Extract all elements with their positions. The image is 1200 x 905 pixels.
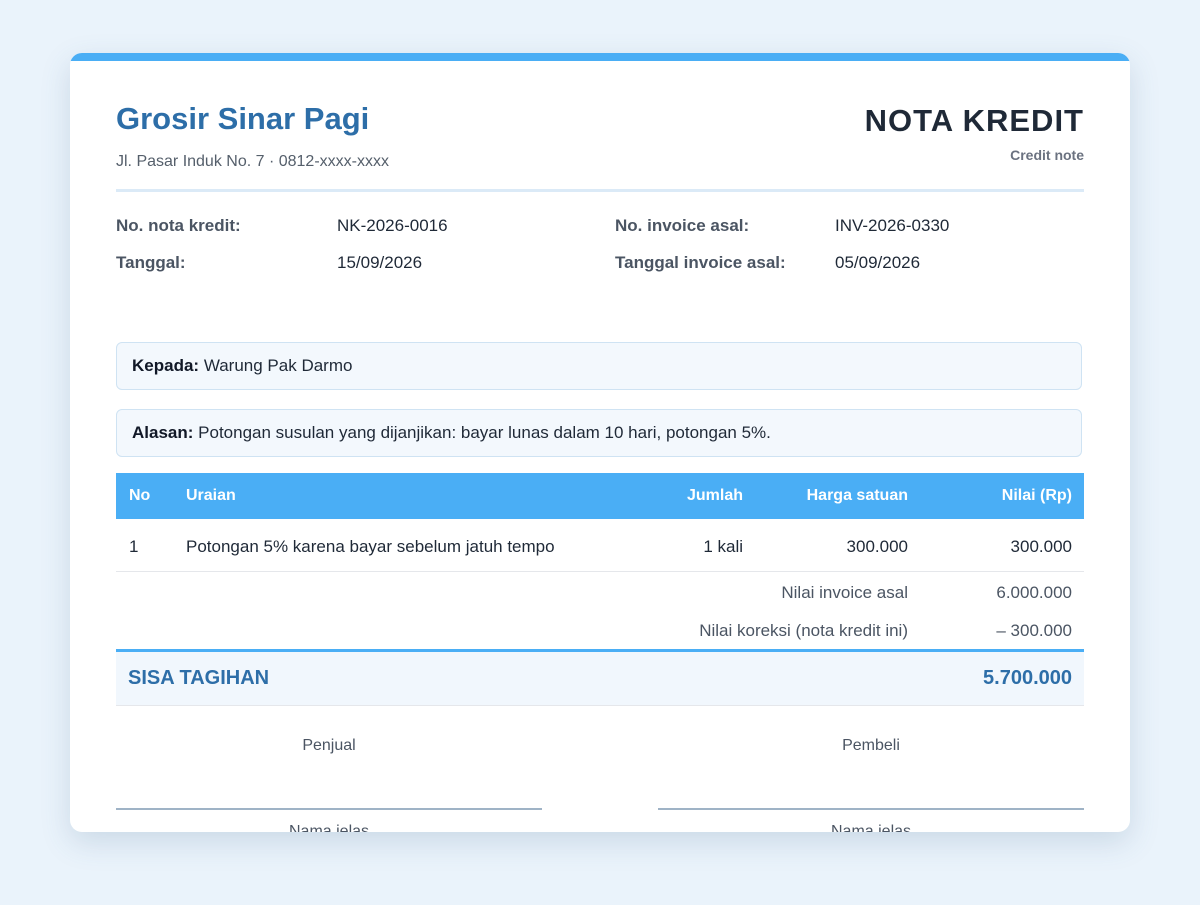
invoice-date-label: Tanggal invoice asal:	[615, 253, 786, 272]
header-qty: Jumlah	[686, 487, 743, 504]
date-label: Tanggal:	[116, 253, 186, 272]
accent-bar	[70, 53, 1130, 61]
header-description: Uraian	[186, 487, 236, 504]
original-invoice-value: 6.000.000	[996, 583, 1072, 602]
invoice-no-label: No. invoice asal:	[615, 216, 750, 235]
invoice-date-value: 05/09/2026	[835, 253, 921, 272]
correction-value: – 300.000	[996, 621, 1072, 640]
original-invoice-label: Nilai invoice asal	[781, 583, 908, 602]
row-qty: 1 kali	[703, 537, 743, 556]
header-divider	[116, 189, 1084, 192]
document-subtitle: Credit note	[1010, 147, 1084, 163]
total-value: 5.700.000	[983, 667, 1072, 689]
row-unit-price: 300.000	[846, 537, 908, 556]
seller-name-caption: Nama jelas	[288, 823, 370, 832]
row-divider	[116, 571, 1084, 572]
buyer-signature-line	[658, 808, 1084, 810]
header-no: No	[129, 487, 151, 504]
credit-no-value: NK-2026-0016	[337, 216, 448, 235]
reason-label: Alasan:	[132, 423, 194, 442]
seller-signature-line	[116, 808, 542, 810]
table-header: No Uraian Jumlah Harga satuan Nilai (Rp)	[116, 473, 1084, 519]
header-amount: Nilai (Rp)	[1001, 487, 1072, 504]
header-unit-price: Harga satuan	[806, 487, 908, 504]
invoice-no-value: INV-2026-0330	[835, 216, 950, 235]
seller-address: Jl. Pasar Induk No. 7 · 0812-xxxx-xxxx	[116, 153, 389, 170]
correction-label: Nilai koreksi (nota kredit ini)	[699, 621, 908, 640]
row-amount: 300.000	[1010, 537, 1072, 556]
recipient-label: Kepada:	[132, 356, 200, 375]
seller-name: Grosir Sinar Pagi	[116, 101, 370, 136]
recipient-box: Kepada: Warung Pak Darmo	[116, 342, 1082, 390]
buyer-name-caption: Nama jelas	[830, 823, 912, 832]
total-divider	[116, 705, 1084, 706]
reason-box: Alasan: Potongan susulan yang dijanjikan…	[116, 409, 1082, 457]
total-label: SISA TAGIHAN	[128, 667, 270, 689]
recipient-name: Warung Pak Darmo	[203, 356, 353, 375]
credit-no-label: No. nota kredit:	[116, 216, 241, 235]
buyer-signature-title: Pembeli	[842, 737, 900, 754]
row-description: Potongan 5% karena bayar sebelum jatuh t…	[186, 537, 555, 556]
seller-signature-title: Penjual	[302, 737, 356, 754]
row-no: 1	[129, 537, 139, 556]
credit-note-card: Grosir Sinar Pagi Jl. Pasar Induk No. 7 …	[70, 53, 1130, 832]
reason-text: Potongan susulan yang dijanjikan: bayar …	[198, 423, 771, 442]
total-band: SISA TAGIHAN 5.700.000	[116, 649, 1084, 705]
date-value: 15/09/2026	[337, 253, 423, 272]
document-title: NOTA KREDIT	[864, 103, 1084, 138]
